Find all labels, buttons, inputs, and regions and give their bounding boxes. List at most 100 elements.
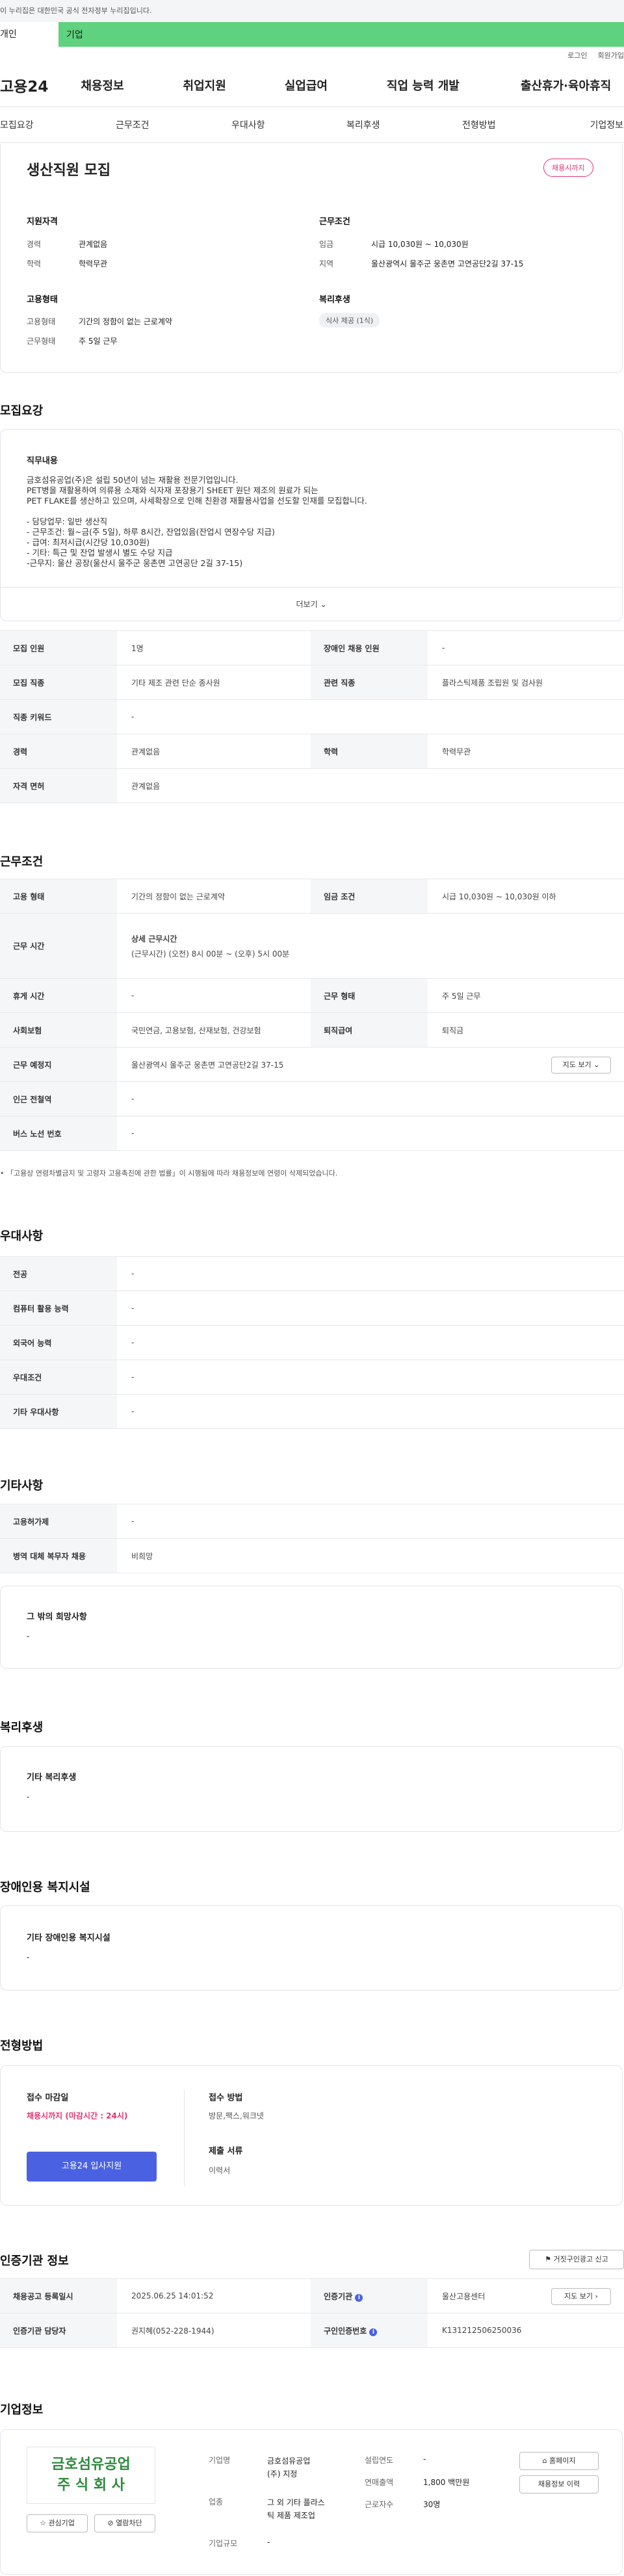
welfare-sub: 기타 복리후생 [27, 1773, 77, 1783]
cell-header: 근무 예정지 [0, 1047, 117, 1082]
star-icon: ☆ [40, 2519, 46, 2527]
subnav-method[interactable]: 전형방법 [462, 118, 558, 131]
cell-value: 퇴직금 [428, 1012, 624, 1048]
org-value: 울산고용센터 [442, 2291, 486, 2301]
conditions-title: 근무조건 [0, 855, 44, 869]
cell-value: - [117, 1081, 624, 1116]
duty-title: 직무내용 [27, 456, 58, 466]
cell-value: 플라스틱제품 조립원 및 검사원 [428, 665, 624, 700]
method-box: 접수 마감일 채용시까지 (마감시간 : 24시) 고용24 입사지원 접수 방… [0, 2065, 623, 2206]
subnav-preference[interactable]: 우대사항 [231, 118, 346, 131]
cell-header: 우대조건 [0, 1359, 117, 1395]
cell-header: 기타 우대사항 [0, 1394, 117, 1429]
login-link[interactable]: 로그인 [567, 50, 587, 60]
cell-header: 퇴직급여 [311, 1012, 428, 1048]
deadline-title: 접수 마감일 [27, 2093, 69, 2103]
disabled-title: 장애인용 복지시설 [0, 1881, 90, 1894]
disabled-box: 기타 장애인용 복지시설 - [0, 1905, 623, 1990]
how-title: 접수 방법 [209, 2093, 243, 2103]
table-row: 컴퓨터 활용 능력 - [0, 1291, 624, 1326]
cell-value: - [117, 1504, 624, 1539]
cell-value: - [117, 1359, 624, 1395]
block-button[interactable]: ⊘ 열람차단 [94, 2514, 155, 2532]
qual-title: 지원자격 [27, 217, 58, 227]
duty-line: -근무지: 울산 공장(울산시 울주군 웅촌면 고연공단 2길 37-15) [27, 558, 243, 568]
join-link[interactable]: 회원가입 [598, 50, 624, 60]
disabled-value: - [27, 1953, 30, 1962]
info-icon[interactable]: i [355, 2293, 363, 2302]
site-logo[interactable]: 고용24 [0, 74, 81, 96]
duty-line: - 기타: 특근 및 잔업 발생시 별도 수당 지급 [27, 548, 173, 558]
cell-value: - [117, 1325, 624, 1360]
agency-table: 채용공고 등록일시 2025.06.25 14:01:52 인증기관 i 울산고용센터… [0, 2278, 624, 2348]
subnav-company[interactable]: 기업정보 [558, 118, 623, 131]
gnb-item-support[interactable]: 취업지원 [183, 77, 285, 94]
cell-header: 채용공고 등록일시 [0, 2278, 117, 2313]
company-title: 기업정보 [0, 2403, 44, 2417]
duty-spacer [27, 506, 367, 517]
apply-button[interactable]: 고용24 입사지원 [27, 2152, 157, 2182]
size-label: 기업규모 [209, 2539, 238, 2548]
cell-header: 컴퓨터 활용 능력 [0, 1291, 117, 1326]
agency-map-label: 지도 보기 [564, 2292, 593, 2300]
flag-icon: ⚑ [545, 2255, 551, 2263]
cell-value: 울산고용센터 지도 보기 › [428, 2278, 624, 2313]
subnav-welfare[interactable]: 복리후생 [346, 118, 462, 131]
cell-value: - [117, 1116, 624, 1151]
docs-value: 이력서 [209, 2166, 231, 2175]
gnb-item-benefit[interactable]: 실업급여 [285, 77, 387, 94]
chevron-down-icon: ⌄ [593, 1061, 600, 1069]
gnb-item-training[interactable]: 직업 능력 개발 [387, 77, 521, 94]
cell-header: 학력 [311, 734, 428, 769]
duty-lines: 금호섬유공업(주)은 설립 50년이 넘는 재활용 전문기업입니다. PET병을… [27, 475, 367, 569]
cell-header: 외국어 능력 [0, 1325, 117, 1360]
emp-label: 고용형태 [27, 317, 56, 326]
cell-header: 모집 인원 [0, 630, 117, 665]
block-icon: ⊘ [107, 2519, 114, 2527]
subnav-conditions[interactable]: 근무조건 [116, 118, 231, 131]
cell-header: 임금 조건 [311, 879, 428, 914]
cell-header: 장애인 채용 인원 [311, 630, 428, 665]
table-row: 휴게 시간 - 근무 형태 주 5일 근무 [0, 978, 624, 1013]
cell-value: 2025.06.25 14:01:52 [117, 2278, 311, 2313]
history-button[interactable]: 채용정보 이력 [519, 2475, 599, 2493]
welfare-box: 기타 복리후생 - [0, 1746, 623, 1832]
map-button[interactable]: 지도 보기 ⌄ [551, 1057, 611, 1074]
wish-title: 그 밖의 희망사항 [27, 1612, 87, 1622]
gnb-item-jobs[interactable]: 채용정보 [81, 77, 183, 94]
report-button[interactable]: ⚑ 거짓구인광고 신고 [529, 2250, 624, 2269]
welfare-title: 복리후생 [319, 295, 350, 305]
duty-line: - 담당업무: 일반 생산직 [27, 517, 108, 526]
more-button[interactable]: 더보기 ⌄ [1, 587, 622, 621]
agency-map-button[interactable]: 지도 보기 › [551, 2288, 611, 2305]
cell-value: 국민연금, 고용보험, 산재보험, 건강보험 [117, 1012, 311, 1048]
info-icon[interactable]: i [369, 2328, 378, 2336]
time-title: 상세 근무시간 [131, 934, 177, 944]
more-label: 더보기 [296, 600, 318, 609]
gnb-item-leave[interactable]: 출산휴가·육아휴직 [521, 77, 624, 94]
cell-header: 모집 직종 [0, 665, 117, 700]
cell-value: 관계없음 [117, 768, 624, 803]
emp-value: 기간의 정함이 없는 근로계약 [79, 317, 172, 326]
company-logo: 금호섬유공업 주 식 회 사 [27, 2447, 155, 2504]
tab-person[interactable]: 개인 [0, 22, 58, 47]
cell-header: 인증기관 담당자 [0, 2313, 117, 2348]
cell-value: 시급 10,030원 ~ 10,030원 이하 [428, 879, 624, 914]
section-nav: 모집요강 근무조건 우대사항 복리후생 전형방법 기업정보 [0, 107, 624, 143]
name-label: 기업명 [209, 2456, 231, 2465]
table-row: 전공 - [0, 1256, 624, 1291]
company-box: 금호섬유공업 주 식 회 사 ☆ 관심기업 ⊘ 열람차단 기업명 금호섬유공업 … [0, 2429, 623, 2575]
est-value: - [423, 2454, 426, 2464]
career-label: 경력 [27, 240, 42, 249]
homepage-button[interactable]: ⌂ 홈페이지 [519, 2452, 599, 2470]
cell-value: - [117, 1256, 624, 1291]
table-row: 모집 직종 기타 제조 관련 단순 종사원 관련 직종 플라스틱제품 조립원 및 검사… [0, 665, 624, 700]
subnav-recruit[interactable]: 모집요강 [0, 118, 116, 131]
tab-company[interactable]: 기업 [58, 28, 83, 41]
cell-header: 인근 전철역 [0, 1081, 117, 1116]
cell-header: 휴게 시간 [0, 978, 117, 1013]
chevron-right-icon: › [595, 2292, 598, 2300]
welfare-tag: 식사 제공 (1식) [319, 313, 380, 328]
fav-button[interactable]: ☆ 관심기업 [27, 2514, 88, 2532]
wish-box: 그 밖의 희망사항 - [0, 1586, 623, 1669]
